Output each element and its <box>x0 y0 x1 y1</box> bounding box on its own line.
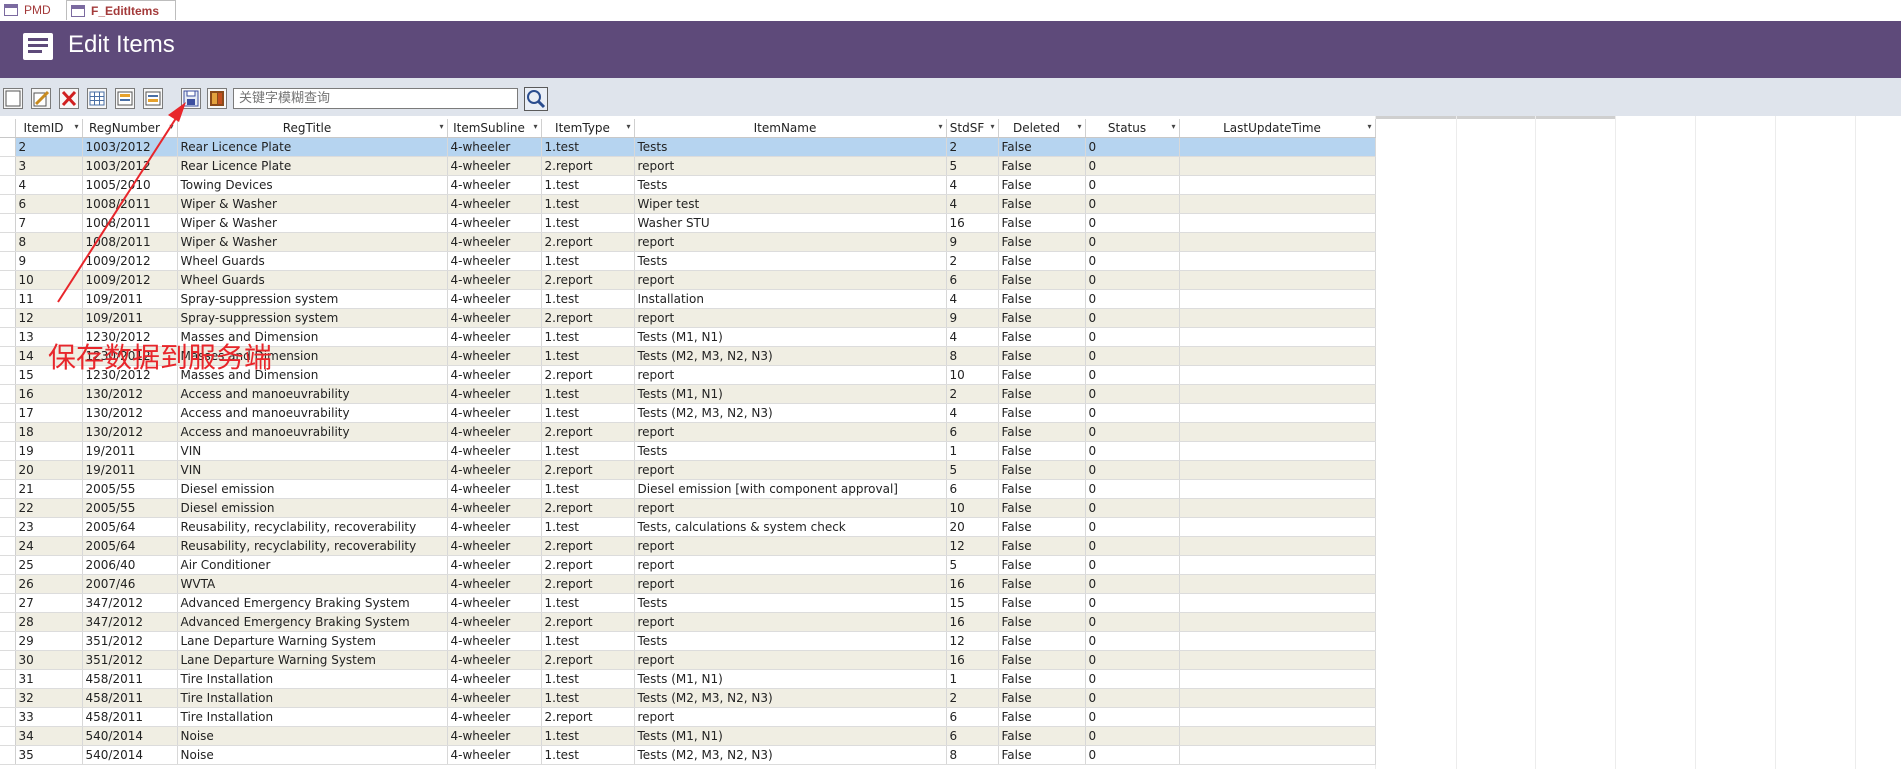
annotation-arrow <box>57 102 186 303</box>
